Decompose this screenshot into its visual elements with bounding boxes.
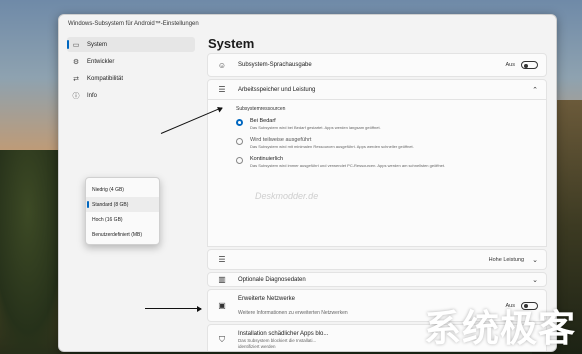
diagnostics-title: Optionale Diagnosedaten [238,276,306,283]
sliders-icon: ☰ [218,85,226,94]
option-desc: Das Subsystem wird bei Bedarf gestartet.… [250,125,381,130]
memory-performance-title: Arbeitsspeicher und Leistung [238,86,316,93]
chevron-down-icon[interactable]: ⌄ [532,276,538,284]
option-title: Bei Bedarf [250,118,276,124]
memory-performance-panel: Subsystemressourcen Bei Bedarf Das Subsy… [207,100,547,247]
window-title: Windows-Subsystem für Android™-Einstellu… [68,21,199,27]
info-icon: ⓘ [72,92,80,100]
option-desc: Das Subsystem wird mit minimalen Ressour… [250,144,414,149]
subsystem-voice-title: Subsystem-Sprachausgabe [238,62,312,68]
sidebar-item-developer[interactable]: ⚙ Entwickler [67,54,195,69]
subsystem-voice-toggle[interactable] [521,61,538,69]
radio-partial[interactable] [236,138,243,145]
developer-icon: ⚙ [72,58,80,66]
sidebar-item-compatibility[interactable]: ⇄ Kompatibilität [67,71,195,86]
page-title: System [208,36,255,51]
subsystem-voice-toggle-label: Aus [505,62,515,68]
option-title: Wird teilweise ausgeführt [250,137,312,143]
sliders-icon: ☰ [218,255,226,264]
dropdown-option[interactable]: Niedrig (4 GB) [86,182,159,197]
faint-watermark: Deskmodder.de [255,191,319,201]
chevron-up-icon[interactable]: ⌃ [532,86,538,94]
voice-person-icon: ☺ [217,60,227,70]
sidebar-item-info[interactable]: ⓘ Info [67,88,195,103]
memory-performance-header[interactable]: ☰ Arbeitsspeicher und Leistung ⌃ [207,79,547,100]
diagnostics-card[interactable]: ▥ Optionale Diagnosedaten ⌄ [207,272,547,287]
chart-icon: ▥ [218,275,226,284]
sidebar-item-label: Entwickler [87,58,115,65]
watermark-text: 系统极客 [424,307,576,350]
radio-continuous[interactable] [236,157,243,164]
performance-select[interactable]: Hohe Leistung ⌄ [489,256,538,264]
option-on-demand[interactable]: Bei Bedarf Das Subsystem wird bei Bedarf… [236,118,546,130]
option-continuous[interactable]: Kontinuierlich Das Subsystem wird immer … [236,156,546,168]
sidebar-item-label: Info [87,92,98,99]
option-partial[interactable]: Wird teilweise ausgeführt Das Subsystem … [236,137,546,149]
option-desc: Das Subsystem wird immer ausgeführt und … [250,163,446,168]
resources-section-label: Subsystemressourcen [236,106,286,112]
dropdown-option[interactable]: Hoch (16 GB) [86,212,159,227]
chevron-down-icon: ⌄ [532,256,538,264]
annotation-arrow-bottom [145,305,202,312]
radio-on-demand[interactable] [236,119,243,126]
sidebar-item-system[interactable]: ▭ System [67,37,195,52]
sidebar-item-label: Kompatibilität [87,75,124,82]
memory-size-dropdown[interactable]: Niedrig (4 GB) Standard (8 GB) Hoch (16 … [85,177,160,245]
shield-icon: ⛉ [219,335,225,344]
compatibility-icon: ⇄ [73,75,79,83]
system-icon: ▭ [72,41,80,49]
sidebar: ▭ System ⚙ Entwickler ⇄ Kompatibilität ⓘ… [67,37,195,105]
option-title: Kontinuierlich [250,156,284,162]
dropdown-option[interactable]: Benutzerdefiniert (MB) [86,227,159,242]
performance-select-value: Hohe Leistung [488,256,525,263]
performance-setting-card[interactable]: ☰ Hohe Leistung ⌄ [207,249,547,270]
dropdown-option-selected[interactable]: Standard (8 GB) [86,197,159,212]
network-monitor-icon: ▣ [218,301,226,310]
subsystem-voice-card[interactable]: ☺ Subsystem-Sprachausgabe Aus [207,53,547,77]
sidebar-item-label: System [87,41,108,48]
